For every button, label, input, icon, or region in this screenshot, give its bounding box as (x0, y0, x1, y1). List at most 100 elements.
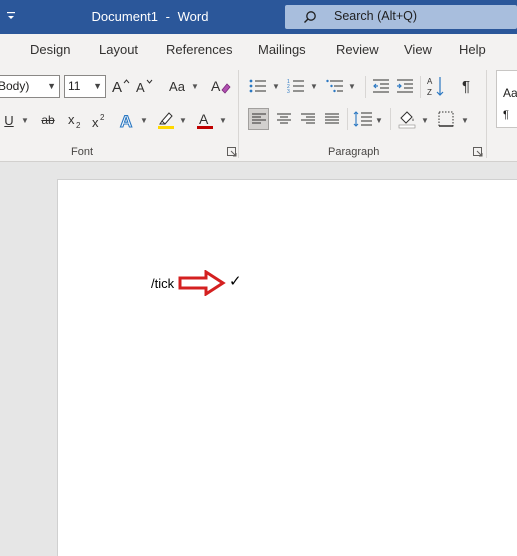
borders-icon (438, 111, 454, 127)
font-group-label: Font (71, 146, 94, 158)
align-right-button[interactable] (297, 108, 318, 130)
chevron-down-icon[interactable]: ▼ (21, 116, 29, 125)
subscript-button[interactable]: x2 (66, 110, 84, 132)
shrink-font-button[interactable]: A (135, 76, 155, 96)
chevron-down-icon[interactable]: ▼ (310, 82, 318, 91)
typed-autocorrect-text: /tick (151, 276, 175, 291)
bullets-button[interactable] (248, 76, 268, 96)
tab-mailings[interactable]: Mailings (258, 42, 306, 57)
line-spacing-button[interactable] (352, 108, 374, 130)
font-color-icon: A (197, 111, 213, 129)
font-size-value: 11 (68, 79, 81, 93)
show-formatting-button[interactable]: ¶ (457, 76, 475, 96)
tab-review[interactable]: Review (336, 42, 379, 57)
bullets-icon (249, 79, 266, 93)
svg-text:2: 2 (100, 113, 105, 122)
numbering-icon: 123 (287, 79, 304, 94)
svg-text:A: A (427, 77, 433, 86)
chevron-down-icon[interactable]: ▼ (348, 82, 356, 91)
title-bar: Document1 - Word Search (Alt+Q) (0, 0, 517, 34)
chevron-down-icon: ▼ (93, 81, 102, 91)
separator (365, 76, 366, 98)
app-name: Word (177, 9, 209, 24)
chevron-down-icon[interactable]: ▼ (272, 82, 280, 91)
svg-text:Z: Z (427, 88, 432, 97)
ribbon-home: Body) ▼ 11 ▼ A A Aa ▼ A U ▼ ab x2 x2 A ▼… (0, 66, 517, 162)
group-separator (486, 70, 487, 158)
clear-formatting-button[interactable]: A (210, 76, 232, 96)
paint-bucket-icon (398, 111, 416, 129)
decrease-indent-icon (373, 79, 389, 93)
multilevel-list-icon (326, 79, 343, 93)
checkmark-symbol: ✓ (229, 273, 242, 290)
document-page[interactable] (57, 179, 517, 556)
text-effects-button[interactable]: A (118, 109, 138, 131)
svg-text:x: x (92, 115, 99, 130)
shading-button[interactable] (396, 108, 418, 130)
borders-button[interactable] (435, 108, 457, 130)
search-box[interactable]: Search (Alt+Q) (285, 5, 517, 29)
font-name-combo[interactable]: Body) ▼ (0, 75, 60, 98)
svg-text:A: A (112, 79, 122, 94)
grow-font-button[interactable]: A (111, 76, 131, 96)
style-preview-pilcrow: ¶ (503, 109, 509, 121)
sort-button[interactable]: AZ (426, 74, 446, 98)
styles-gallery[interactable]: Aa ¶ (496, 70, 517, 128)
tab-help[interactable]: Help (459, 42, 486, 57)
tab-design[interactable]: Design (30, 42, 70, 57)
paragraph-group-label: Paragraph (328, 146, 380, 158)
separator (420, 76, 421, 98)
search-icon (304, 11, 316, 23)
tab-view[interactable]: View (404, 42, 432, 57)
svg-text:A: A (199, 111, 209, 127)
chevron-down-icon[interactable]: ▼ (219, 116, 227, 125)
svg-text:2: 2 (76, 121, 81, 130)
chevron-down-icon[interactable]: ▼ (375, 116, 383, 125)
superscript-button[interactable]: x2 (90, 110, 108, 132)
numbering-button[interactable]: 123 (286, 76, 306, 96)
font-dialog-launcher-icon[interactable] (227, 147, 237, 157)
align-center-icon (276, 113, 291, 124)
sort-icon: AZ (427, 77, 444, 97)
shrink-font-icon: A (136, 79, 153, 94)
align-left-icon (251, 113, 266, 124)
font-color-button[interactable]: A (195, 109, 215, 131)
chevron-down-icon[interactable]: ▼ (461, 116, 469, 125)
chevron-down-icon[interactable]: ▼ (179, 116, 187, 125)
chevron-down-icon[interactable]: ▼ (421, 116, 429, 125)
paragraph-dialog-launcher-icon[interactable] (473, 147, 483, 157)
tab-layout[interactable]: Layout (99, 42, 138, 57)
highlight-button[interactable] (156, 109, 176, 131)
underline-button[interactable]: U (2, 110, 16, 130)
justify-icon (324, 113, 339, 124)
multilevel-list-button[interactable] (325, 76, 345, 96)
align-center-button[interactable] (273, 108, 294, 130)
svg-text:x: x (68, 112, 75, 127)
separator (347, 108, 348, 130)
tab-references[interactable]: References (166, 42, 232, 57)
justify-button[interactable] (321, 108, 342, 130)
svg-text:A: A (211, 78, 221, 94)
svg-text:A: A (136, 80, 145, 94)
align-left-button[interactable] (248, 108, 269, 130)
increase-indent-button[interactable] (395, 76, 415, 96)
document-name: Document1 (91, 9, 159, 24)
window-title: Document1 - Word (0, 9, 300, 24)
decrease-indent-button[interactable] (371, 76, 391, 96)
change-case-label: Aa (169, 78, 185, 94)
chevron-down-icon[interactable]: ▼ (140, 116, 148, 125)
pilcrow-icon: ¶ (461, 77, 471, 95)
highlighter-icon (158, 112, 174, 129)
line-spacing-icon (353, 111, 372, 127)
style-preview-normal: Aa (503, 86, 517, 100)
chevron-down-icon: ▼ (47, 81, 56, 91)
font-size-combo[interactable]: 11 ▼ (64, 75, 106, 98)
change-case-button[interactable]: Aa (164, 76, 190, 96)
ribbon-tabs: Design Layout References Mailings Review… (0, 34, 517, 66)
grow-font-icon: A (112, 79, 130, 94)
title-separator: - (165, 9, 170, 24)
increase-indent-icon (397, 79, 413, 93)
chevron-down-icon[interactable]: ▼ (191, 82, 199, 91)
subscript-icon: x2 (68, 112, 81, 130)
strikethrough-button[interactable]: ab (38, 110, 58, 130)
